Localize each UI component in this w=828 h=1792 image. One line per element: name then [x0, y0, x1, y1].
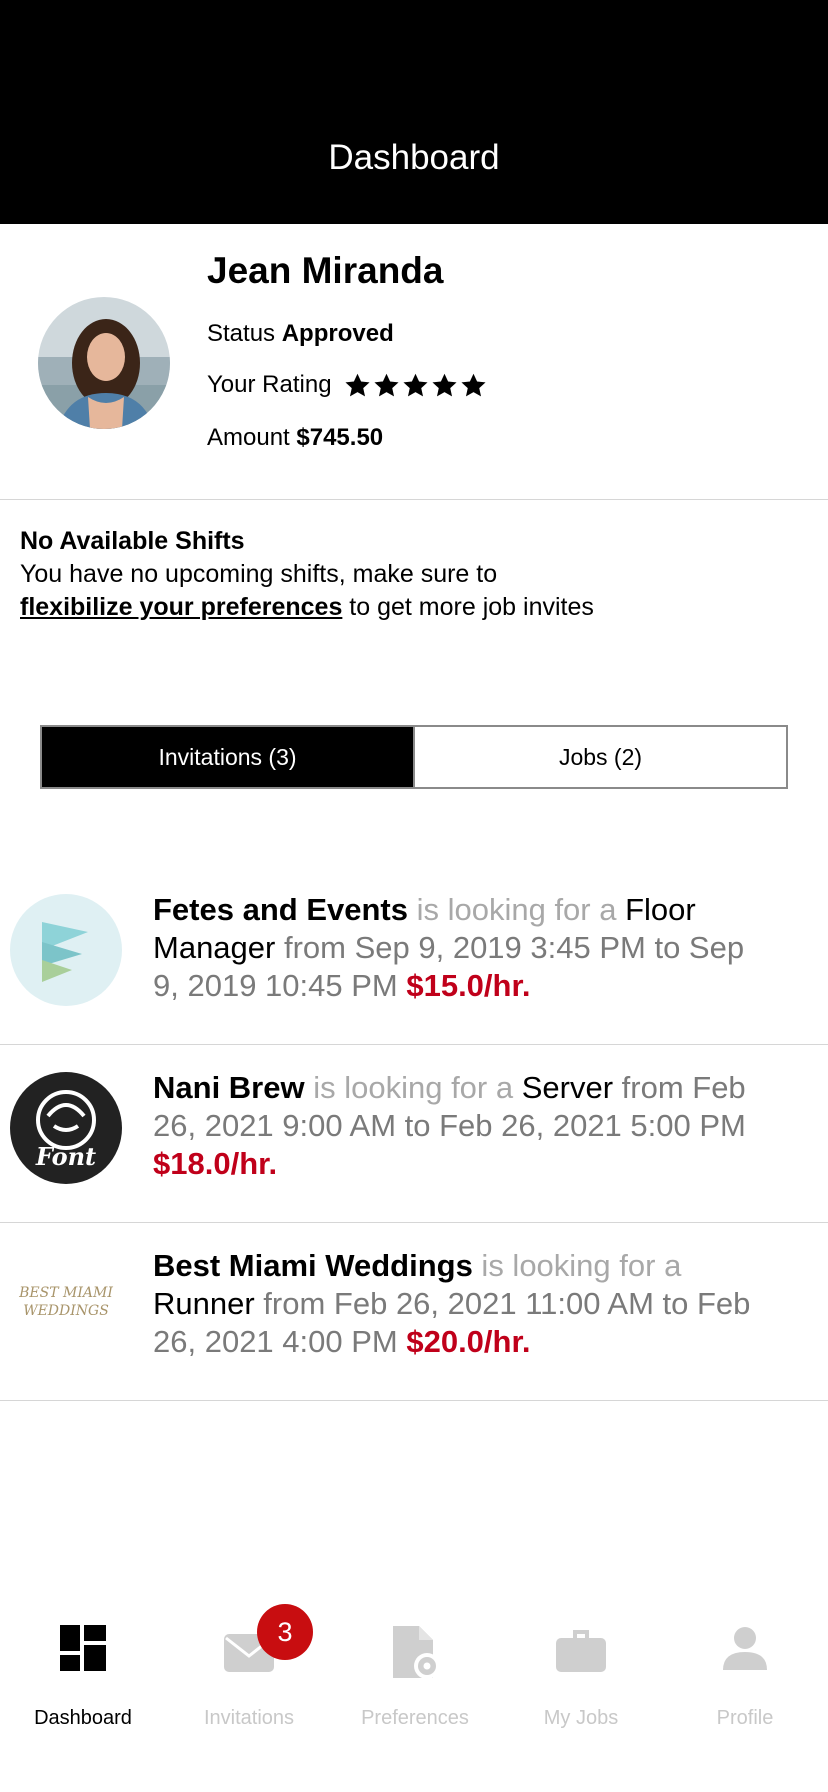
invitation-text: Fetes and Events is looking for a Floor …	[153, 891, 753, 1005]
tab-jobs[interactable]: Jobs (2)	[413, 727, 786, 787]
connector-text: is looking for a	[304, 1070, 522, 1105]
company-name: Nani Brew	[153, 1070, 305, 1105]
star-icon	[345, 373, 370, 397]
invitation-text: Nani Brew is looking for a Server from F…	[153, 1069, 753, 1183]
logo-text: BEST MIAMI WEDDINGS	[19, 1285, 113, 1319]
no-shifts-notice: No Available Shifts You have no upcoming…	[20, 525, 810, 624]
app-header: Dashboard	[0, 0, 828, 224]
notice-title: No Available Shifts	[20, 527, 245, 555]
amount-line: Amount $745.50	[207, 424, 383, 452]
fetes-logo	[10, 894, 122, 1006]
pay-rate: $20.0/hr.	[406, 1324, 531, 1359]
connector-text: is looking for a	[472, 1248, 682, 1283]
status-line: Status Approved	[207, 320, 394, 348]
invitation-text: Best Miami Weddings is looking for a Run…	[153, 1247, 753, 1361]
tab-label: Preferences	[361, 1707, 469, 1729]
tab-label: My Jobs	[543, 1707, 619, 1729]
segmented-control: Invitations (3) Jobs (2)	[40, 725, 788, 789]
font-logo: Font	[10, 1072, 122, 1184]
tab-preferences[interactable]: Preferences	[332, 1600, 498, 1729]
tab-profile[interactable]: Profile	[662, 1600, 828, 1729]
tab-label: Profile	[716, 1707, 774, 1729]
flexibilize-preferences-link[interactable]: flexibilize your preferences	[20, 593, 342, 621]
tab-invitations[interactable]: Invitations (3)	[42, 727, 413, 787]
company-name: Fetes and Events	[153, 892, 408, 927]
star-icon	[403, 373, 428, 397]
document-gear-icon	[393, 1626, 440, 1679]
amount-label: Amount	[207, 424, 290, 451]
list-item[interactable]: Font Nani Brew is looking for a Server f…	[0, 1045, 828, 1223]
tab-label: Invitations	[203, 1707, 295, 1729]
rating-stars	[344, 372, 487, 399]
pay-rate: $15.0/hr.	[406, 968, 531, 1003]
best-miami-weddings-logo: BEST MIAMI WEDDINGS	[10, 1250, 122, 1362]
notice-line2-wrap: flexibilize your preferences to get more…	[20, 591, 810, 624]
invitations-badge: 3	[257, 1604, 313, 1660]
tab-label: Dashboard	[34, 1707, 132, 1729]
role-name: Server	[521, 1070, 614, 1105]
briefcase-icon	[556, 1630, 606, 1672]
user-name: Jean Miranda	[207, 250, 444, 291]
divider	[0, 499, 828, 500]
star-icon	[461, 373, 486, 397]
bottom-tab-bar: Dashboard Invitations Preferences My Job…	[0, 1600, 828, 1729]
tab-dashboard[interactable]: Dashboard	[0, 1600, 166, 1729]
pay-rate: $18.0/hr.	[153, 1146, 278, 1181]
list-item[interactable]: BEST MIAMI WEDDINGS Best Miami Weddings …	[0, 1223, 828, 1401]
logo-text: Font	[35, 1142, 97, 1171]
star-icon	[374, 373, 399, 397]
role-name: Runner	[153, 1286, 255, 1321]
notice-line1: You have no upcoming shifts, make sure t…	[20, 560, 498, 588]
amount-value: $745.50	[296, 424, 384, 451]
dashboard-icon	[60, 1625, 106, 1671]
list-item[interactable]: Fetes and Events is looking for a Floor …	[0, 867, 828, 1045]
status-value: Approved	[281, 320, 394, 347]
person-icon	[723, 1627, 767, 1670]
tab-my-jobs[interactable]: My Jobs	[498, 1600, 664, 1729]
connector-text: is looking for a	[407, 892, 626, 927]
avatar	[38, 297, 170, 429]
company-name: Best Miami Weddings	[153, 1248, 473, 1283]
star-icon	[432, 373, 457, 397]
status-label: Status	[207, 320, 276, 347]
notice-line2: to get more job invites	[342, 593, 594, 621]
page-title: Dashboard	[328, 138, 500, 177]
rating-label: Your Rating	[207, 371, 332, 398]
rating-line: Your Rating	[207, 371, 487, 399]
